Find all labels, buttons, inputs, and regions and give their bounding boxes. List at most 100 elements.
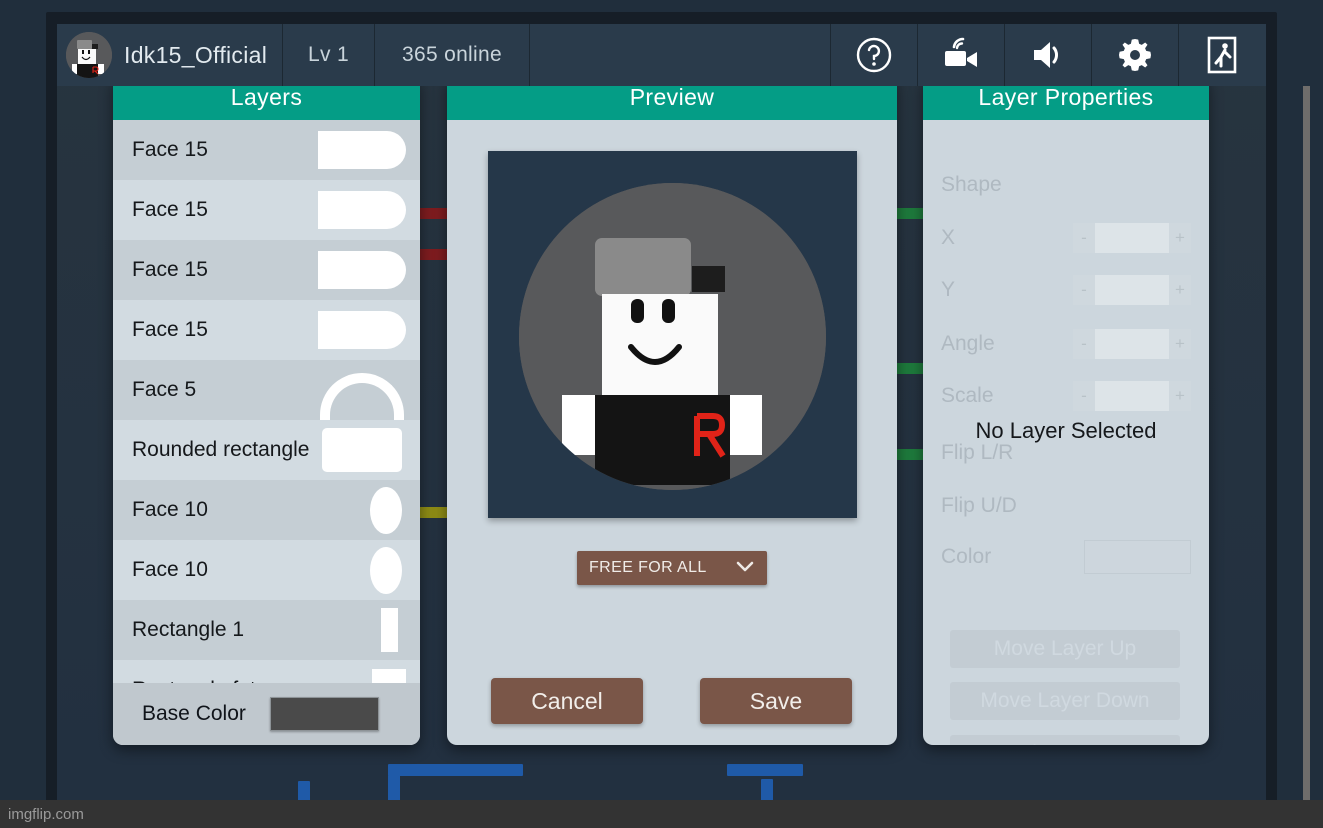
property-row-scale: Scale - + — [941, 381, 1191, 411]
move-layer-down-button[interactable]: Move Layer Down — [950, 682, 1180, 720]
exit-button[interactable] — [1179, 24, 1266, 86]
layer-row[interactable]: Face 15 — [113, 300, 420, 360]
flip-ud-label[interactable]: Flip U/D — [941, 494, 1017, 518]
x-input[interactable] — [1095, 223, 1169, 253]
game-mode-dropdown[interactable]: FREE FOR ALL — [577, 551, 767, 585]
layer-row[interactable]: Face 10 — [113, 540, 420, 600]
layer-thumbnail — [318, 607, 406, 653]
layer-row[interactable]: Face 5 — [113, 360, 420, 437]
layer-shape-icon — [318, 131, 406, 169]
imgflip-watermark: imgflip.com — [0, 800, 1323, 828]
game-viewport: Layers Face 15 Face 15 Face 15 Face 15 Face … — [57, 24, 1266, 804]
layer-row-label: Face 15 — [132, 258, 208, 281]
layer-thumbnail — [318, 127, 406, 173]
avatar-preview-frame — [488, 151, 857, 518]
layer-shape-icon — [322, 428, 402, 472]
layer-properties-panel: Layer Properties Shape X - + Y - + Angle… — [923, 75, 1209, 745]
y-increment-button[interactable]: + — [1169, 275, 1191, 305]
y-input[interactable] — [1095, 275, 1169, 305]
layer-thumbnail — [318, 247, 406, 293]
angle-label: Angle — [941, 332, 995, 355]
exit-door-icon — [1204, 35, 1242, 75]
nav-username: Idk15_Official — [124, 41, 268, 68]
scale-input[interactable] — [1095, 381, 1169, 411]
nav-spacer — [530, 24, 831, 86]
cancel-button[interactable]: Cancel — [491, 678, 643, 724]
angle-stepper: - + — [1073, 329, 1191, 359]
scale-decrement-button[interactable]: - — [1073, 381, 1095, 411]
volume-button[interactable] — [1005, 24, 1092, 86]
help-button[interactable] — [831, 24, 918, 86]
base-color-label: Base Color — [142, 702, 246, 725]
layer-row-label: Face 10 — [132, 498, 208, 521]
y-label: Y — [941, 278, 956, 301]
game-mode-dropdown-value: FREE FOR ALL — [589, 559, 707, 576]
scale-label: Scale — [941, 384, 994, 407]
layer-row-label: Face 15 — [132, 138, 208, 161]
layer-properties-body: Shape X - + Y - + Angle - + Scale - + Fl… — [923, 120, 1209, 745]
layer-row-label: Face 10 — [132, 558, 208, 581]
move-layer-up-button[interactable]: Move Layer Up — [950, 630, 1180, 668]
base-color-swatch[interactable] — [269, 697, 379, 731]
layers-panel: Layers Face 15 Face 15 Face 15 Face 15 Face … — [113, 75, 420, 745]
settings-gear-icon — [1116, 36, 1154, 74]
layer-row[interactable]: Rounded rectangle — [113, 420, 420, 480]
layers-list[interactable]: Face 15 Face 15 Face 15 Face 15 Face 5 Rounde… — [113, 120, 420, 701]
layer-row-label: Rounded rectangle — [132, 438, 310, 461]
property-row-y: Y - + — [941, 275, 1191, 305]
delete-layer-button[interactable]: Delete Layer — [950, 735, 1180, 745]
x-increment-button[interactable]: + — [1169, 223, 1191, 253]
avatar-preview-image — [519, 183, 826, 490]
angle-decrement-button[interactable]: - — [1073, 329, 1095, 359]
x-label: X — [941, 226, 956, 249]
layer-row[interactable]: Face 10 — [113, 480, 420, 540]
layer-shape-icon — [318, 311, 406, 349]
color-label: Color — [941, 545, 992, 568]
scale-increment-button[interactable]: + — [1169, 381, 1191, 411]
settings-button[interactable] — [1092, 24, 1179, 86]
chevron-down-icon — [736, 559, 754, 577]
layer-row[interactable]: Face 15 — [113, 180, 420, 240]
x-stepper: - + — [1073, 223, 1191, 253]
layer-thumbnail — [318, 187, 406, 233]
record-button[interactable] — [918, 24, 1005, 86]
layer-thumbnail — [318, 487, 406, 534]
property-row-color: Color — [941, 540, 1191, 574]
layer-row[interactable]: Rectangle 1 — [113, 600, 420, 660]
nav-level: Lv 1 — [283, 24, 375, 86]
world-platform-6 — [727, 764, 803, 776]
layer-shape-icon — [381, 608, 398, 652]
layer-shape-icon — [370, 487, 402, 534]
layer-shape-icon — [318, 191, 406, 229]
layer-row-label: Face 15 — [132, 318, 208, 341]
nav-user-profile[interactable]: Idk15_Official — [57, 24, 283, 86]
layer-thumbnail — [318, 427, 406, 473]
watermark-text: imgflip.com — [8, 805, 84, 823]
layer-row[interactable]: Face 15 — [113, 240, 420, 300]
flip-lr-label[interactable]: Flip L/R — [941, 441, 1013, 465]
layer-color-swatch[interactable] — [1084, 540, 1191, 574]
world-platform-3 — [388, 764, 523, 776]
layer-shape-icon — [370, 547, 402, 594]
x-decrement-button[interactable]: - — [1073, 223, 1095, 253]
no-layer-selected-message: No Layer Selected — [975, 418, 1157, 443]
scale-stepper: - + — [1073, 381, 1191, 411]
layer-shape-icon — [318, 251, 406, 289]
layer-row-label: Rectangle 1 — [132, 618, 245, 641]
layer-row[interactable]: Face 15 — [113, 120, 420, 180]
user-avatar-icon — [66, 32, 112, 78]
shape-label: Shape — [941, 173, 1002, 196]
property-row-shape: Shape — [941, 170, 1191, 200]
layer-thumbnail — [318, 367, 406, 437]
help-icon — [854, 35, 894, 75]
preview-panel: Preview FREE FOR ALL Cancel Save — [447, 75, 897, 745]
window-scrollbar[interactable] — [1303, 86, 1310, 804]
angle-increment-button[interactable]: + — [1169, 329, 1191, 359]
y-stepper: - + — [1073, 275, 1191, 305]
base-color-row: Base Color — [113, 683, 420, 745]
nav-online-count: 365 online — [375, 24, 530, 86]
angle-input[interactable] — [1095, 329, 1169, 359]
y-decrement-button[interactable]: - — [1073, 275, 1095, 305]
record-camera-icon — [940, 37, 982, 73]
save-button[interactable]: Save — [700, 678, 852, 724]
